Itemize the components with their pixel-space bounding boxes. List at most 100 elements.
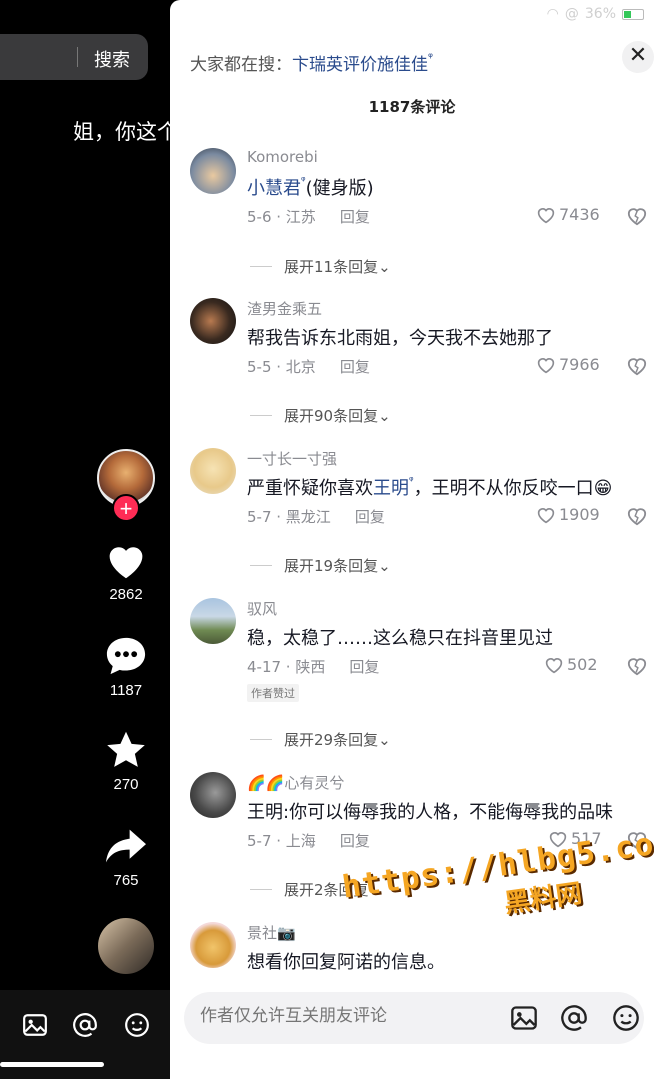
emoji-icon[interactable] <box>124 1012 150 1038</box>
comment-body: 严重怀疑你喜欢 <box>247 478 373 499</box>
comment-count: 1187 <box>109 682 143 699</box>
like-count: 2862 <box>109 586 143 603</box>
comment-date: 5-5 · 北京 <box>247 358 316 376</box>
avatar[interactable] <box>190 448 236 494</box>
author-liked-badge: 作者赞过 <box>247 684 299 702</box>
share-icon <box>106 829 146 863</box>
expand-replies[interactable]: 展开90条回复 ⌄ <box>250 405 391 426</box>
reply-button[interactable]: 回复 <box>349 658 379 676</box>
comment-input[interactable] <box>200 1006 500 1026</box>
heart-outline-icon <box>537 207 555 223</box>
expand-label: 展开90条回复 <box>284 407 379 425</box>
expand-replies[interactable]: 展开29条回复 ⌄ <box>250 729 391 750</box>
video-caption: 姐，你这个 <box>73 120 170 144</box>
search-button[interactable]: 搜索 <box>94 46 130 72</box>
avatar[interactable] <box>190 148 236 194</box>
heart-outline-icon <box>537 357 555 373</box>
comment-username[interactable]: Komorebi <box>247 148 318 166</box>
chevron-down-icon: ⌄ <box>378 406 391 425</box>
avatar[interactable] <box>190 298 236 344</box>
chevron-down-icon: ⌄ <box>378 556 391 575</box>
heart-icon <box>109 547 143 579</box>
emoji-icon[interactable] <box>612 1004 640 1032</box>
image-icon[interactable] <box>510 1004 538 1032</box>
follow-button[interactable]: + <box>112 494 140 522</box>
comment-username[interactable]: 渣男金乘五 <box>247 298 322 319</box>
comment-meta: 4-17 · 陕西 回复 <box>247 656 379 677</box>
reply-button[interactable]: 回复 <box>355 508 385 526</box>
comment-mention-link[interactable]: 小慧君 <box>247 178 301 199</box>
comment-icon <box>106 637 146 675</box>
expand-label: 展开29条回复 <box>284 731 379 749</box>
like-count: 7966 <box>559 355 600 374</box>
search-suggestion[interactable]: 大家都在搜：卞瑞英评价施佳佳ᵠ <box>190 50 433 75</box>
search-small-icon: ᵠ <box>428 50 433 64</box>
image-icon[interactable] <box>22 1012 48 1038</box>
like-count: 502 <box>567 655 598 674</box>
expand-dash <box>250 266 272 267</box>
dislike-icon[interactable] <box>626 506 648 526</box>
chevron-down-icon: ⌄ <box>378 257 391 276</box>
avatar[interactable] <box>190 772 236 818</box>
expand-dash <box>250 889 272 890</box>
comment-like[interactable]: 502 <box>544 655 598 674</box>
like-count: 1909 <box>559 505 600 524</box>
expand-dash <box>250 739 272 740</box>
favorite-count: 270 <box>113 776 139 793</box>
signal-indicator: @ <box>564 6 579 22</box>
comment-text: 想看你回复阿诺的信息。 <box>247 952 445 973</box>
comment-text: 严重怀疑你喜欢王明ᵠ，王明不从你反咬一口😁 <box>247 474 612 500</box>
heart-outline-icon <box>545 657 563 673</box>
expand-replies[interactable]: 展开19条回复 ⌄ <box>250 555 391 576</box>
comment-body: (健身版) <box>305 178 374 199</box>
comment-username[interactable]: 驭风 <box>247 598 277 619</box>
favorite-button[interactable]: 270 <box>98 730 154 793</box>
dislike-icon[interactable] <box>626 356 648 376</box>
comment-mention-link[interactable]: 王明 <box>373 478 409 499</box>
suggestion-prefix: 大家都在搜： <box>190 55 292 75</box>
comment-body: ，王明不从你反咬一口😁 <box>413 478 613 499</box>
comment-username[interactable]: 一寸长一寸强 <box>247 448 337 469</box>
dislike-icon[interactable] <box>626 656 648 676</box>
status-bar: ◠ @ 36% <box>547 6 644 22</box>
expand-dash <box>250 415 272 416</box>
wifi-icon: ◠ <box>546 6 559 22</box>
comment-meta: 5-5 · 北京 回复 <box>247 356 370 377</box>
comment-like[interactable]: 7436 <box>536 205 600 224</box>
comment-total: 1187条评论 <box>368 98 456 116</box>
star-icon <box>107 731 145 767</box>
comment-username[interactable]: 景社📷 <box>247 922 296 943</box>
comment-composer[interactable] <box>184 992 644 1044</box>
comment-text: 小慧君ᵠ(健身版) <box>247 174 374 200</box>
like-button[interactable]: 2862 <box>98 540 154 603</box>
comment-meta: 5-7 · 黑龙江 回复 <box>247 506 385 527</box>
share-count: 765 <box>113 872 139 889</box>
close-button[interactable]: ✕ <box>622 41 654 73</box>
comment-button[interactable]: 1187 <box>98 636 154 699</box>
reply-button[interactable]: 回复 <box>340 358 370 376</box>
avatar[interactable] <box>190 922 236 968</box>
home-indicator <box>0 1062 104 1067</box>
music-disc[interactable] <box>98 918 154 974</box>
comment-like[interactable]: 1909 <box>536 505 600 524</box>
expand-dash <box>250 565 272 566</box>
comment-meta: 5-7 · 上海 回复 <box>247 830 370 851</box>
close-icon: ✕ <box>628 43 648 68</box>
suggestion-keyword[interactable]: 卞瑞英评价施佳佳 <box>292 55 428 75</box>
comment-like[interactable]: 7966 <box>536 355 600 374</box>
comment-date: 4-17 · 陕西 <box>247 658 326 676</box>
comment-date: 5-7 · 黑龙江 <box>247 508 331 526</box>
comment-username[interactable]: 🌈🌈心有灵兮 <box>247 772 344 793</box>
heart-outline-icon <box>537 507 555 523</box>
avatar[interactable] <box>190 598 236 644</box>
dislike-icon[interactable] <box>626 206 648 226</box>
search-bar[interactable]: 搜索 <box>0 34 148 80</box>
expand-label: 展开19条回复 <box>284 557 379 575</box>
reply-button[interactable]: 回复 <box>340 208 370 226</box>
expand-replies[interactable]: 展开11条回复 ⌄ <box>250 256 391 277</box>
at-icon[interactable] <box>560 1004 588 1032</box>
reply-button[interactable]: 回复 <box>340 832 370 850</box>
at-icon[interactable] <box>72 1012 98 1038</box>
video-panel[interactable]: 搜索 姐，你这个 + 2862 1187 270 765 <box>0 0 170 1079</box>
share-button[interactable]: 765 <box>98 826 154 889</box>
